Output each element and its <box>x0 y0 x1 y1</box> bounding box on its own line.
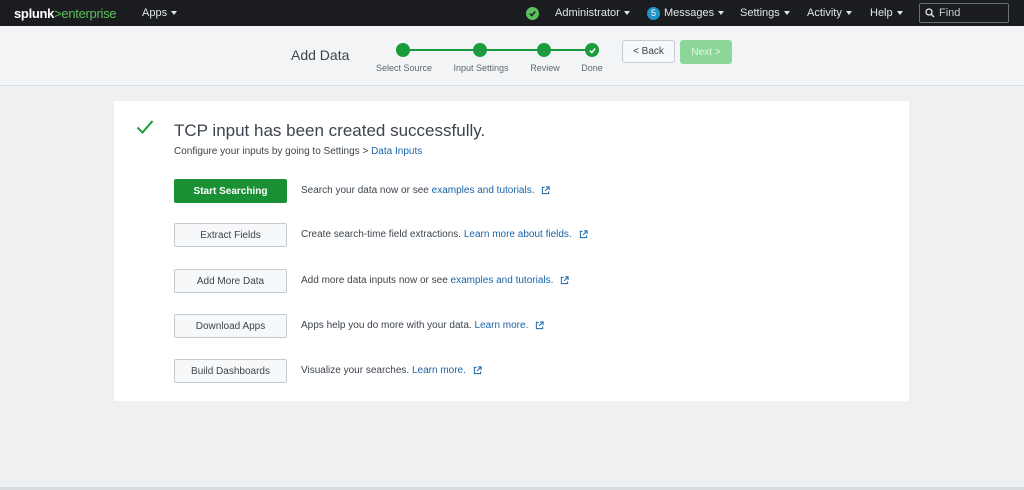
external-link-icon[interactable] <box>535 321 544 330</box>
splunk-logo[interactable]: splunk > enterprise <box>14 0 117 26</box>
action-row-build-dashboards: Build Dashboards Visualize your searches… <box>174 359 874 383</box>
chevron-down-icon <box>718 11 725 15</box>
health-status-icon[interactable] <box>526 7 539 20</box>
settings-menu[interactable]: Settings <box>740 0 790 26</box>
action-description: Apps help you do more with your data. Le… <box>301 320 544 331</box>
step-dot-review <box>537 43 551 57</box>
extract-fields-button[interactable]: Extract Fields <box>174 223 287 247</box>
next-button[interactable]: Next > <box>680 40 732 64</box>
back-button[interactable]: < Back <box>622 40 675 63</box>
external-link-icon[interactable] <box>579 230 588 239</box>
find-search-input[interactable]: Find <box>919 3 1009 23</box>
external-link-icon[interactable] <box>560 276 569 285</box>
help-menu[interactable]: Help <box>870 0 903 26</box>
action-row-start-searching: Start Searching Search your data now or … <box>174 179 874 203</box>
chevron-down-icon <box>623 11 630 15</box>
external-link-icon[interactable] <box>473 366 482 375</box>
apps-menu[interactable]: Apps <box>142 0 178 26</box>
chevron-down-icon <box>171 11 178 15</box>
chevron-down-icon <box>845 11 852 15</box>
learn-more-fields-link[interactable]: Learn more about fields. <box>464 229 572 240</box>
find-placeholder: Find <box>939 7 961 19</box>
administrator-menu[interactable]: Administrator <box>555 0 630 26</box>
action-description: Create search-time field extractions. Le… <box>301 229 588 240</box>
step-dot-input-settings <box>473 43 487 57</box>
action-description: Add more data inputs now or see examples… <box>301 275 569 286</box>
build-dashboards-button[interactable]: Build Dashboards <box>174 359 287 383</box>
page-title: Add Data <box>291 47 350 63</box>
download-apps-button[interactable]: Download Apps <box>174 314 287 338</box>
success-check-icon <box>136 120 154 134</box>
learn-more-link[interactable]: Learn more. <box>412 365 466 376</box>
messages-menu[interactable]: 5 Messages <box>647 0 725 26</box>
action-row-add-more-data: Add More Data Add more data inputs now o… <box>174 269 874 293</box>
step-label-input-settings: Input Settings <box>453 63 509 73</box>
configure-inputs-text: Configure your inputs by going to Settin… <box>174 146 423 157</box>
messages-count-badge: 5 <box>647 6 660 20</box>
chevron-down-icon <box>783 11 790 15</box>
wizard-progress-line <box>403 49 593 51</box>
external-link-icon[interactable] <box>541 186 551 195</box>
examples-tutorials-link[interactable]: examples and tutorials. <box>432 185 535 196</box>
top-nav-bar: splunk > enterprise Apps Administrator 5 M… <box>0 0 1024 26</box>
step-label-select-source: Select Source <box>375 63 433 73</box>
activity-menu[interactable]: Activity <box>807 0 852 26</box>
action-row-extract-fields: Extract Fields Create search-time field … <box>174 223 874 247</box>
step-dot-select-source <box>396 43 410 57</box>
action-description: Search your data now or see examples and… <box>301 185 551 196</box>
step-label-done: Done <box>581 63 603 73</box>
success-headline: TCP input has been created successfully. <box>174 121 486 140</box>
action-row-download-apps: Download Apps Apps help you do more with… <box>174 314 874 338</box>
data-inputs-link[interactable]: Data Inputs <box>371 146 422 157</box>
add-more-data-button[interactable]: Add More Data <box>174 269 287 293</box>
start-searching-button[interactable]: Start Searching <box>174 179 287 203</box>
success-panel: TCP input has been created successfully.… <box>114 101 909 401</box>
step-label-review: Review <box>530 63 560 73</box>
add-data-wizard-header: Add Data Select Source Input Settings Re… <box>0 26 1024 86</box>
action-description: Visualize your searches. Learn more. <box>301 365 482 376</box>
step-done-check-icon <box>585 43 599 57</box>
chevron-down-icon <box>896 11 903 15</box>
examples-tutorials-link[interactable]: examples and tutorials. <box>451 275 554 286</box>
learn-more-link[interactable]: Learn more. <box>474 320 528 331</box>
search-icon <box>925 8 935 18</box>
